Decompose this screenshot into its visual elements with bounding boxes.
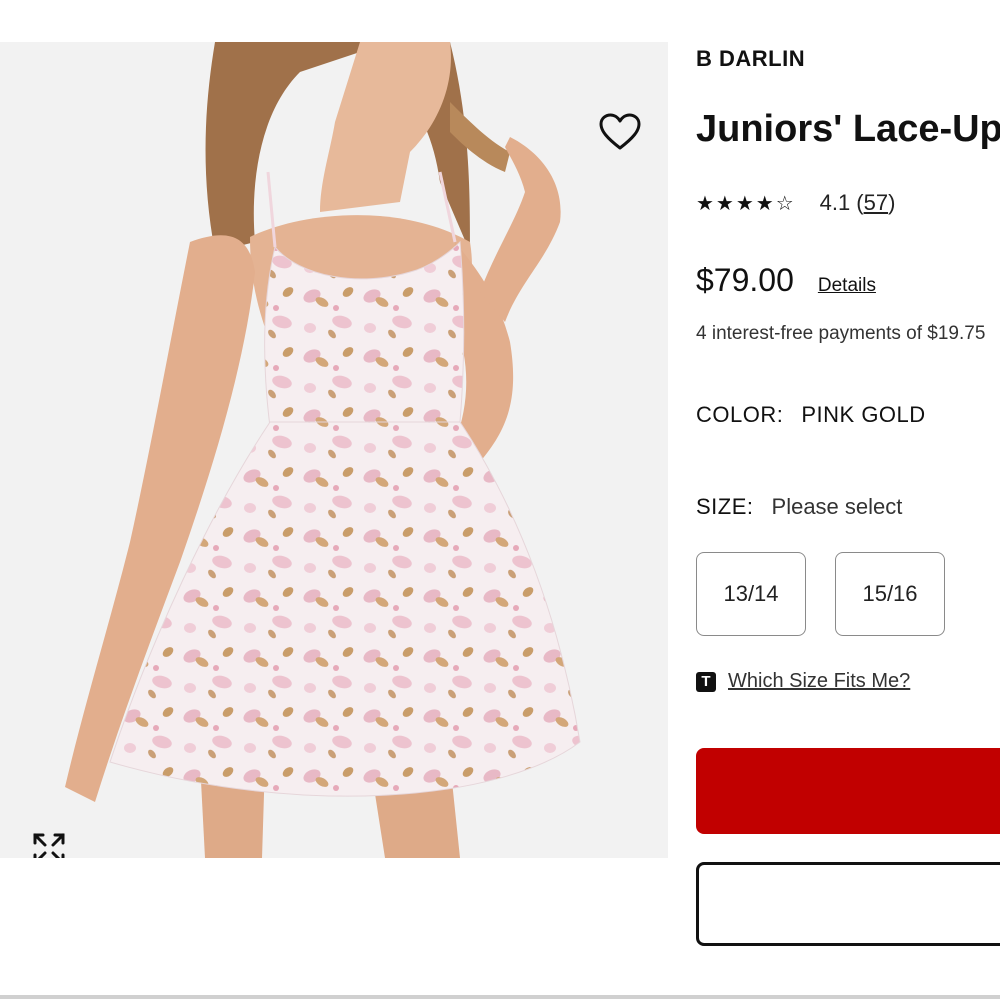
which-size-fits-me-link[interactable]: Which Size Fits Me? <box>728 670 910 693</box>
product-page: B DARLIN Juniors' Lace-Up ★★★★☆ 4.1 (57)… <box>0 0 1000 999</box>
size-option-13-14[interactable]: 13/14 <box>696 552 806 636</box>
secondary-action-button[interactable] <box>696 862 1000 946</box>
expand-image-button[interactable] <box>26 826 72 858</box>
add-to-bag-button[interactable] <box>696 748 1000 834</box>
rating-count-link[interactable]: 57 <box>864 190 888 215</box>
size-fit-row[interactable]: T Which Size Fits Me? <box>696 670 910 693</box>
bottom-divider <box>0 995 1000 999</box>
size-option-15-16[interactable]: 15/16 <box>835 552 945 636</box>
product-title: Juniors' Lace-Up <box>696 108 1000 150</box>
color-selector: COLOR: PINK GOLD <box>696 402 926 428</box>
star-rating-icon: ★★★★☆ <box>696 191 796 215</box>
dress-photo <box>65 42 581 858</box>
expand-arrows-icon <box>33 833 65 858</box>
size-label: SIZE: <box>696 494 754 519</box>
price: $79.00 <box>696 262 794 298</box>
rating-open-paren: ( <box>856 190 864 215</box>
installments-text: 4 interest-free payments of $19.75 <box>696 323 986 344</box>
product-details: B DARLIN Juniors' Lace-Up ★★★★☆ 4.1 (57)… <box>696 0 1000 999</box>
product-image[interactable] <box>0 42 668 858</box>
size-value: Please select <box>771 494 903 519</box>
heart-outline-icon <box>599 113 641 150</box>
rating-summary[interactable]: ★★★★☆ 4.1 (57) <box>696 190 895 216</box>
rating-count-wrap: (57) <box>856 190 895 216</box>
wishlist-button[interactable] <box>596 108 644 156</box>
brand-name[interactable]: B DARLIN <box>696 46 805 72</box>
rating-value: 4.1 <box>819 190 851 215</box>
color-value: PINK GOLD <box>801 402 926 427</box>
price-row: $79.00 Details <box>696 262 876 299</box>
true-fit-icon: T <box>696 671 716 692</box>
color-label: COLOR: <box>696 402 784 427</box>
price-details-link[interactable]: Details <box>818 275 876 297</box>
rating-close-paren: ) <box>888 190 896 215</box>
size-selector: SIZE: Please select <box>696 494 902 520</box>
